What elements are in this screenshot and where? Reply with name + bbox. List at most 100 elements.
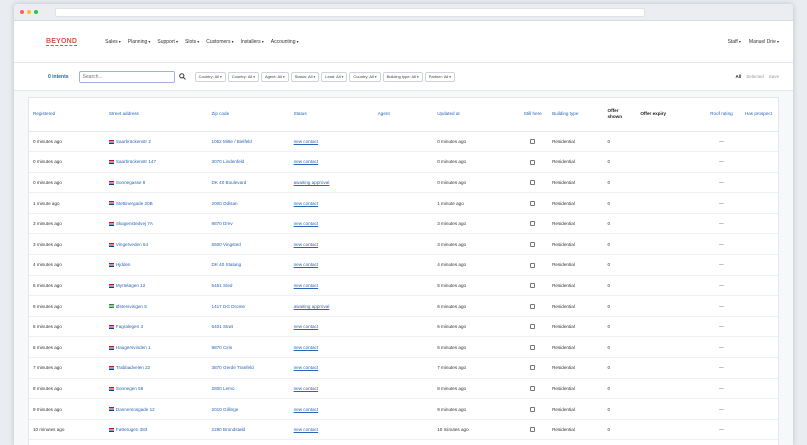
filter-dropdown[interactable]: Lead: All: [321, 71, 348, 82]
still-here-checkbox[interactable]: [530, 324, 536, 330]
filter-dropdown[interactable]: Country: All: [227, 71, 259, 82]
still-here-checkbox[interactable]: [530, 303, 536, 309]
table-row[interactable]: 6 minutes ago Østersvingen 5 1417 DG Drome…: [29, 295, 778, 317]
street-address-link[interactable]: Sonnegasse 8: [104, 172, 208, 194]
column-header-registered[interactable]: Registered: [29, 98, 105, 132]
role-dropdown[interactable]: Staff: [728, 39, 741, 45]
menu-item-planning[interactable]: Planning: [128, 39, 151, 45]
status-link[interactable]: new contact: [294, 386, 319, 391]
table-row[interactable]: 10 minutes ago Føtterugen 383 2290 Brondst…: [29, 419, 778, 441]
still-here-checkbox[interactable]: [530, 262, 536, 268]
filter-dropdown[interactable]: Building type: All: [382, 71, 423, 82]
table-row[interactable]: 3 minutes ago Skagenstedvej 7A 9870 Drev ne…: [29, 213, 778, 235]
still-here-checkbox[interactable]: [530, 180, 536, 186]
status-link[interactable]: new contact: [294, 324, 319, 329]
still-here-checkbox[interactable]: [530, 386, 536, 392]
street-address-link[interactable]: Kjersløgen 71: [104, 439, 208, 445]
still-here-checkbox[interactable]: [530, 200, 536, 206]
view-save[interactable]: Save: [769, 74, 779, 79]
table-row[interactable]: 5 minutes ago Myrteløgen 12 5451 Sted new c…: [29, 275, 778, 297]
still-here-checkbox[interactable]: [530, 241, 536, 247]
zip-code-link[interactable]: 2800 Lyng: [207, 439, 290, 445]
table-row[interactable]: 1 minute ago Stettinergade 20B 2000 Odisan…: [29, 192, 778, 214]
column-header-has-prospect[interactable]: Has prospect: [738, 98, 778, 132]
status-link[interactable]: new contact: [294, 365, 319, 370]
column-header-zip-code[interactable]: Zip code: [207, 98, 290, 132]
street-address-link[interactable]: Hjdden: [104, 254, 208, 276]
still-here-checkbox[interactable]: [530, 283, 536, 289]
street-address-link[interactable]: Østersvingen 5: [104, 295, 208, 317]
table-row[interactable]: 3 minutes ago Vingerveden 54 5500 Vingsted…: [29, 233, 778, 256]
still-here-checkbox[interactable]: [530, 406, 536, 412]
zip-code-link[interactable]: 1417 DG Drome: [207, 295, 290, 317]
zip-code-link[interactable]: 9870 Drev: [207, 213, 290, 235]
status-link[interactable]: new contact: [294, 345, 319, 350]
filter-dropdown[interactable]: Partner: All: [424, 71, 456, 82]
table-row[interactable]: 0 minutes ago Saarbrückenstr 2 1052 Mitte …: [29, 131, 778, 153]
still-here-checkbox[interactable]: [530, 159, 536, 165]
status-link[interactable]: new contact: [294, 159, 319, 164]
column-header-offer-shown[interactable]: Offer shown: [603, 98, 637, 132]
menu-item-installers[interactable]: Installers: [241, 39, 264, 45]
still-here-checkbox[interactable]: [530, 365, 536, 371]
status-link[interactable]: new contact: [294, 242, 319, 247]
table-row[interactable]: 7 minutes ago Trabbadvelen 22 3870 Gerde T…: [29, 357, 778, 379]
column-header-still-here[interactable]: Still here: [517, 98, 549, 132]
column-header-building-type[interactable]: Building type: [548, 98, 604, 132]
zip-code-link[interactable]: 5451 Sted: [207, 275, 290, 297]
user-dropdown[interactable]: Manuel Drie: [749, 39, 779, 45]
table-row[interactable]: 11 minutes agoKjersløgen 712800 Lyngnew …: [29, 439, 778, 445]
street-address-link[interactable]: Myrteløgen 12: [104, 275, 208, 297]
filter-dropdown[interactable]: Agent: All: [261, 71, 289, 82]
search-input[interactable]: [78, 70, 175, 83]
close-dot-icon[interactable]: [20, 10, 24, 14]
zip-code-link[interactable]: 2290 Brondstøld: [207, 419, 290, 441]
street-address-link[interactable]: Haugersvinden 1: [104, 336, 208, 359]
table-row[interactable]: 6 minutes ago Fagralegen 3 6401 Strøt new c…: [29, 316, 778, 338]
address-bar[interactable]: [55, 7, 645, 17]
table-row[interactable]: 4 minutes ago Hjdden DK 40 Stalang new cont…: [29, 254, 778, 276]
street-address-link[interactable]: Vingerveden 54: [104, 233, 208, 256]
filter-dropdown[interactable]: Country: All: [194, 71, 226, 82]
column-header-offer-expiry[interactable]: Offer expiry: [636, 98, 705, 132]
menu-item-accounting[interactable]: Accounting: [271, 39, 299, 45]
brand-logo[interactable]: BEYOND: [46, 38, 78, 46]
menu-item-slots[interactable]: Slots: [185, 39, 199, 45]
street-address-link[interactable]: Stettinergade 20B: [104, 192, 208, 214]
street-address-link[interactable]: Føtterugen 383: [104, 419, 208, 441]
column-header-agent[interactable]: Agent: [373, 98, 434, 132]
street-address-link[interactable]: Trabbadvelen 22: [104, 357, 208, 379]
zip-code-link[interactable]: DK 40 Boulevard: [207, 172, 290, 194]
zip-code-link[interactable]: DK 40 Stalang: [207, 254, 290, 276]
maximize-dot-icon[interactable]: [34, 10, 38, 14]
table-row[interactable]: 6 minutes ago Haugersvinden 1 9870 Ciris ne…: [29, 336, 778, 359]
menu-item-sales[interactable]: Sales: [105, 39, 121, 45]
zip-code-link[interactable]: 2010 Gillinge: [207, 398, 290, 420]
menu-item-support[interactable]: Support: [157, 39, 178, 45]
zip-code-link[interactable]: 1052 Mitte / Bielfeld: [207, 131, 290, 153]
filter-dropdown[interactable]: Status: All: [290, 71, 320, 82]
street-address-link[interactable]: Saarbrückenstr 147: [104, 151, 208, 173]
table-row[interactable]: 9 minutes ago Dannemosgade 12 2010 Gilling…: [29, 398, 778, 420]
still-here-checkbox[interactable]: [530, 427, 536, 433]
status-link[interactable]: awaiting approval: [294, 304, 330, 309]
status-link[interactable]: new contact: [294, 407, 319, 412]
street-address-link[interactable]: Sonnegen 58: [104, 378, 208, 400]
still-here-checkbox[interactable]: [530, 344, 536, 350]
minimize-dot-icon[interactable]: [27, 10, 31, 14]
status-link[interactable]: new contact: [294, 427, 319, 432]
table-row[interactable]: 8 minutes ago Sonnegen 58 2800 Lemo new con…: [29, 378, 778, 400]
zip-code-link[interactable]: 5500 Vingsted: [207, 233, 290, 256]
zip-code-link[interactable]: 9870 Ciris: [207, 336, 290, 359]
street-address-link[interactable]: Fagralegen 3: [104, 316, 208, 338]
status-link[interactable]: new contact: [294, 201, 319, 206]
column-header-roof-rating[interactable]: Roof rating: [704, 98, 739, 132]
status-link[interactable]: awaiting approval: [294, 180, 330, 185]
street-address-link[interactable]: Dannemosgade 12: [104, 398, 208, 420]
view-all[interactable]: All: [735, 74, 741, 79]
street-address-link[interactable]: Saarbrückenstr 2: [104, 131, 208, 153]
menu-item-customers[interactable]: Customers: [206, 39, 233, 45]
zip-code-link[interactable]: 3870 Gerde Tranfeld: [207, 357, 290, 379]
table-row[interactable]: 0 minutes ago Saarbrückenstr 147 3070 Lind…: [29, 151, 778, 173]
column-header-status[interactable]: Status: [289, 98, 374, 132]
